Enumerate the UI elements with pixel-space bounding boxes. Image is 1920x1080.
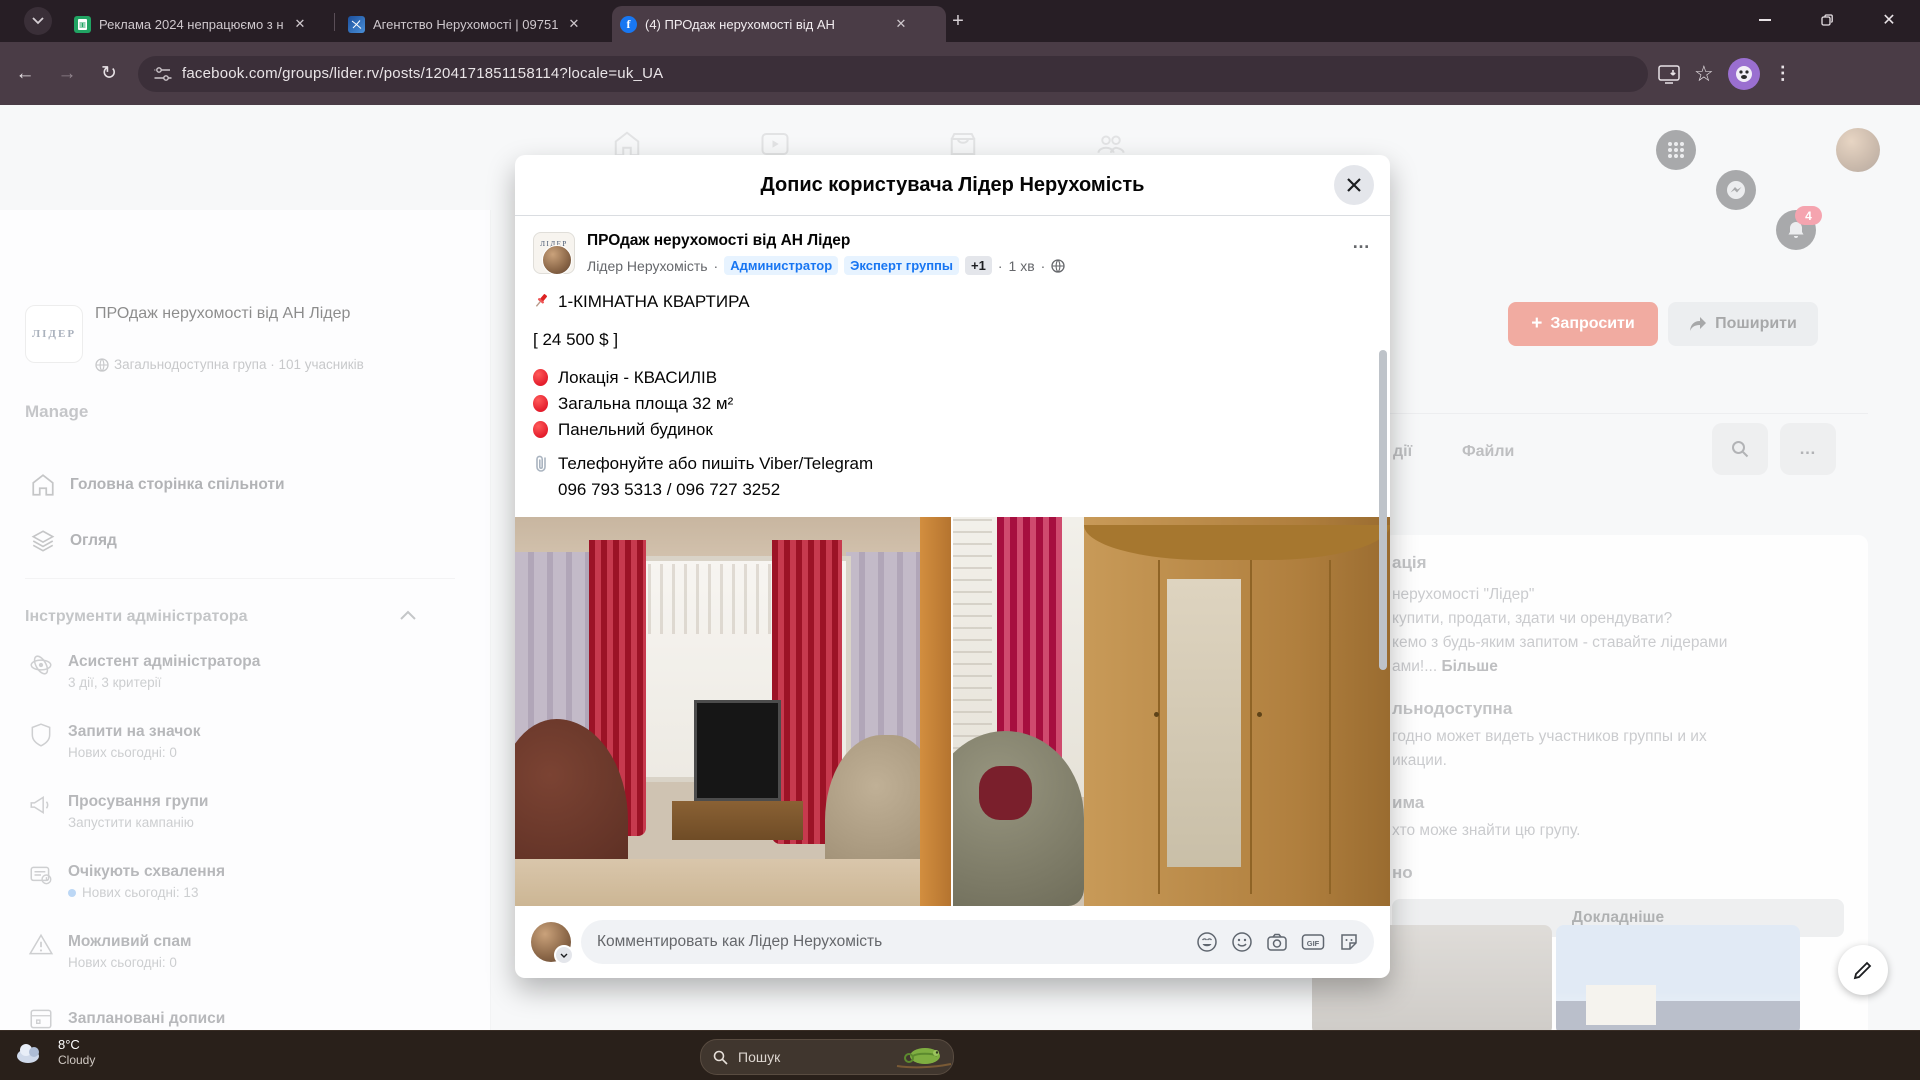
browser-tab-1[interactable]: Реклама 2024 непрацюємо з н ✕: [66, 6, 344, 42]
pencil-icon: [1853, 961, 1872, 980]
cloud-icon: [17, 1044, 39, 1063]
globe-icon: [1051, 258, 1065, 273]
window-close-button[interactable]: ✕: [1858, 0, 1920, 40]
post-header: ЛІДЕР ПРОдаж нерухомості від АН Лідер Лі…: [533, 232, 1372, 275]
badge-expert: Эксперт группы: [844, 256, 960, 275]
tab-close-icon[interactable]: ✕: [891, 14, 911, 34]
agency-favicon: [348, 15, 365, 33]
post-author-avatar[interactable]: ЛІДЕР: [533, 232, 575, 275]
red-dot-icon: [533, 369, 548, 386]
gif-icon[interactable]: GIF: [1301, 931, 1325, 953]
commenter-avatar[interactable]: [531, 922, 574, 965]
svg-text:GIF: GIF: [1307, 939, 1320, 948]
comment-row: Комментировать как Лідер Нерухомість GIF: [531, 920, 1374, 965]
search-placeholder: Пошук: [738, 1049, 781, 1065]
chameleon-image: [896, 1048, 952, 1069]
dialog-header: Допис користувача Лідер Нерухомість: [515, 155, 1390, 216]
sticker-icon[interactable]: [1338, 931, 1360, 953]
taskbar-search[interactable]: Пошук: [700, 1039, 954, 1075]
post-dialog: Допис користувача Лідер Нерухомість ЛІДЕ…: [515, 155, 1390, 978]
screen: Реклама 2024 непрацюємо з н ✕ Агентство …: [0, 0, 1920, 1080]
post-contact: Телефонуйте або пишіть Viber/Telegram: [533, 451, 1372, 477]
tab-close-icon[interactable]: ✕: [290, 14, 310, 34]
tab-divider: [334, 13, 335, 31]
post-photo-wardrobe[interactable]: [953, 517, 1390, 906]
sheets-favicon: [74, 15, 91, 33]
comment-placeholder: Комментировать как Лідер Нерухомість: [597, 933, 883, 950]
bookmark-star-icon[interactable]: ☆: [1694, 61, 1714, 87]
post-author-name[interactable]: ПРОдаж нерухомості від АН Лідер: [587, 232, 1065, 250]
post-photos: [515, 517, 1390, 906]
search-icon: [713, 1050, 728, 1065]
tab-search-chevron-icon[interactable]: [24, 7, 52, 35]
paperclip-icon: [536, 455, 546, 472]
post-headline: 1-КІМНАТНА КВАРТИРА: [533, 289, 1372, 315]
tab-title: Агентство Нерухомості | 09751: [373, 16, 558, 32]
tab-close-icon[interactable]: ✕: [564, 14, 584, 34]
post-subauthor[interactable]: Лідер Нерухомість: [587, 258, 708, 274]
weather-condition: Cloudy: [58, 1053, 96, 1067]
browser-tab-active[interactable]: f (4) ПРОдаж нерухомості від АН ✕: [612, 6, 946, 42]
dialog-close-button[interactable]: [1334, 165, 1374, 205]
badge-admin: Администратор: [724, 256, 839, 275]
new-post-fab[interactable]: [1838, 945, 1888, 995]
post-text: 1-КІМНАТНА КВАРТИРА [ 24 500 $ ] Локація…: [533, 289, 1372, 503]
avatar-sticker-icon[interactable]: [1196, 931, 1218, 953]
window-maximize-button[interactable]: [1796, 0, 1858, 40]
post-meta: Лідер Нерухомість · Администратор Эксперт…: [587, 256, 1065, 275]
camera-icon[interactable]: [1266, 931, 1288, 953]
post-options-button[interactable]: …: [1352, 232, 1372, 275]
site-info-icon[interactable]: [154, 65, 172, 83]
omnibox[interactable]: facebook.com/groups/lider.rv/posts/12041…: [138, 55, 1648, 92]
browser-toolbar: ← → ↻ facebook.com/groups/lider.rv/posts…: [0, 42, 1920, 105]
tab-title: (4) ПРОдаж нерухомості від АН: [645, 16, 835, 32]
author-photo: [542, 245, 572, 275]
post-price: [ 24 500 $ ]: [533, 330, 619, 349]
emoji-icon[interactable]: [1231, 931, 1253, 953]
reload-button[interactable]: ↻: [92, 57, 126, 91]
red-dot-icon: [533, 395, 548, 412]
window-minimize-button[interactable]: [1734, 0, 1796, 40]
tab-title: Реклама 2024 непрацюємо з н: [99, 16, 284, 32]
comment-input[interactable]: Комментировать как Лідер Нерухомість GIF: [581, 920, 1374, 964]
forward-button[interactable]: →: [50, 57, 84, 91]
browser-tabstrip: Реклама 2024 непрацюємо з н ✕ Агентство …: [0, 0, 1920, 42]
browser-menu-icon[interactable]: ⋮: [1774, 63, 1792, 84]
dialog-title: Допис користувача Лідер Нерухомість: [760, 173, 1145, 196]
post-phones[interactable]: 096 793 5313 / 096 727 3252: [558, 477, 1372, 503]
post-photo-living-room[interactable]: [515, 517, 951, 906]
weather-widget[interactable]: 8°C Cloudy: [14, 1037, 95, 1067]
url-text: facebook.com/groups/lider.rv/posts/12041…: [182, 65, 664, 82]
post-bullet: Панельний будинок: [533, 417, 1372, 443]
facebook-favicon: f: [620, 15, 637, 33]
red-dot-icon: [533, 421, 548, 438]
browser-tab-2[interactable]: Агентство Нерухомості | 09751 ✕: [340, 6, 618, 42]
badge-plus1: +1: [965, 256, 992, 275]
new-tab-button[interactable]: +: [944, 7, 972, 35]
dialog-scrollbar[interactable]: [1379, 350, 1387, 670]
install-icon[interactable]: [1658, 64, 1680, 84]
weather-temp: 8°C: [58, 1037, 80, 1052]
post-bullet: Локація - КВАСИЛІВ: [533, 365, 1372, 391]
pushpin-icon: [535, 294, 548, 307]
post-bullet: Загальна площа 32 м²: [533, 391, 1372, 417]
post-time[interactable]: 1 хв: [1009, 258, 1035, 274]
browser-profile-avatar[interactable]: [1727, 57, 1760, 90]
back-button[interactable]: ←: [8, 57, 42, 91]
taskbar: 8°C Cloudy Пошук: [0, 1030, 1920, 1080]
switch-identity-chevron-icon[interactable]: [554, 945, 574, 965]
